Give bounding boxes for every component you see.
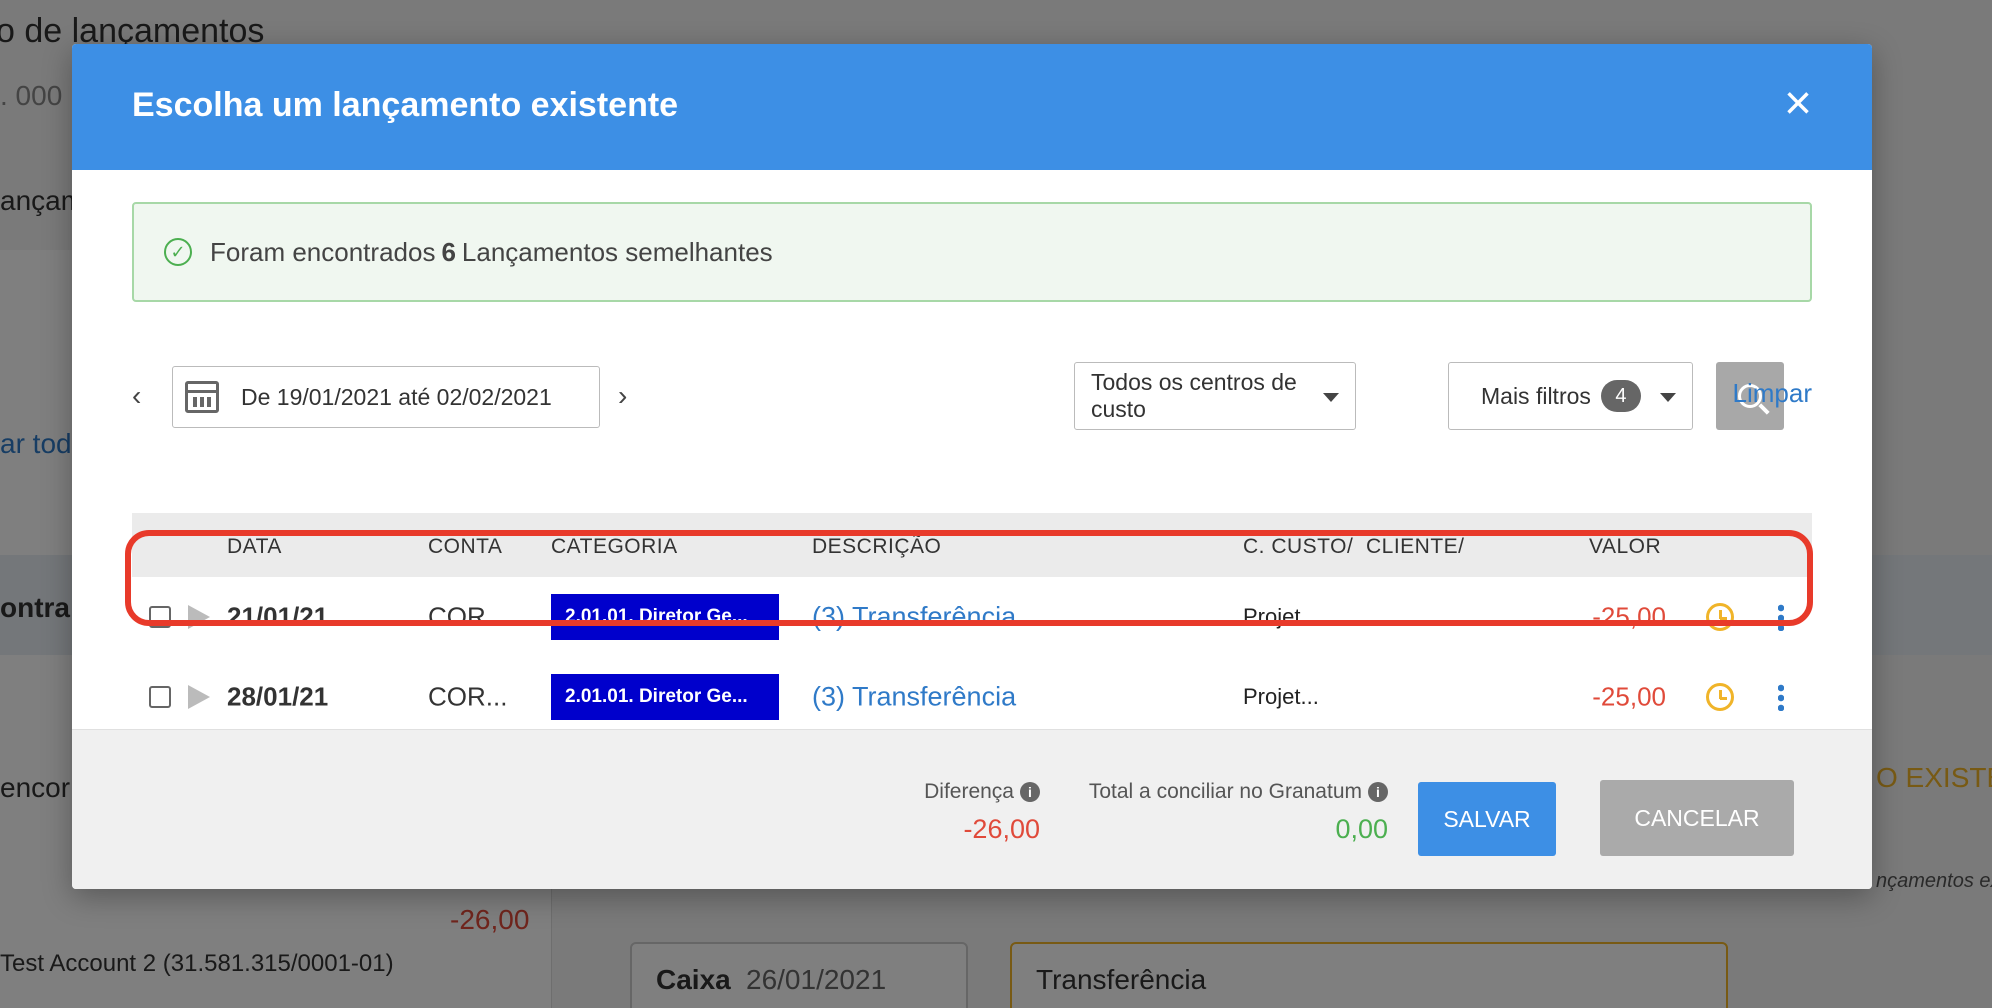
clock-icon[interactable] [1706,682,1734,711]
row-checkbox[interactable] [149,685,171,708]
row-value: -25,00 [1592,601,1666,632]
alert-suffix: Lançamentos semelhantes [461,236,773,267]
row-description-link[interactable]: (3) Transferência [812,602,1016,633]
success-alert: ✓ Foram encontrados 6 Lançamentos semelh… [132,202,1812,302]
calendar-icon [185,381,219,413]
col-cost-center[interactable]: C. CUSTO/ [1243,535,1353,559]
alert-prefix: Foram encontrados [210,236,436,267]
difference-label: Diferença [924,780,1014,803]
cost-center-select[interactable]: Todos os centros de custo [1074,362,1356,430]
row-account: COR... [428,601,508,632]
save-button[interactable]: SALVAR [1418,782,1556,856]
total-label: Total a conciliar no Granatum [1088,780,1362,803]
col-value[interactable]: VALOR [1589,535,1661,559]
check-circle-icon: ✓ [164,238,192,266]
col-account[interactable]: CONTA [428,535,502,559]
more-options-icon[interactable] [1778,682,1784,711]
prev-period-icon[interactable]: ‹ [132,380,141,412]
difference-summary: Diferença i -26,00 [924,780,1040,845]
more-filters-count-badge: 4 [1600,380,1641,412]
date-range-picker[interactable]: De 19/01/2021 até 02/02/2021 [172,366,600,428]
row-value: -25,00 [1592,681,1666,711]
difference-value: -26,00 [963,814,1040,844]
table-row[interactable]: 28/01/21 COR... 2.01.01. Diretor Ge... (… [132,657,1812,737]
table-header: DATA CONTA CATEGORIA DESCRIÇÃO C. CUSTO/… [132,513,1812,577]
expand-icon[interactable] [188,684,210,709]
cancel-button[interactable]: CANCELAR [1600,780,1794,856]
row-checkbox[interactable] [149,606,171,628]
more-options-icon[interactable] [1778,603,1784,631]
chevron-down-icon [1660,393,1676,402]
modal-header: Escolha um lançamento existente × [72,44,1872,170]
info-icon[interactable]: i [1368,782,1388,802]
row-cost-center: Projet... [1243,604,1319,629]
expand-icon[interactable] [188,605,210,629]
row-account: COR... [428,681,508,711]
row-date: 28/01/21 [227,681,329,711]
modal-title: Escolha um lançamento existente [132,86,679,124]
total-summary: Total a conciliar no Granatum i 0,00 [1089,780,1388,845]
clear-filters-link[interactable]: Limpar [1733,378,1812,409]
total-value: 0,00 [1335,814,1388,844]
col-date[interactable]: DATA [227,535,282,559]
more-filters-select[interactable]: Mais filtros 4 [1448,362,1693,430]
row-date: 21/01/21 [227,601,329,632]
col-description[interactable]: DESCRIÇÃO [812,535,941,559]
close-icon[interactable]: × [1776,80,1820,128]
cost-center-value: Todos os centros de custo [1091,369,1297,422]
info-icon[interactable]: i [1020,782,1040,802]
row-description-link[interactable]: (3) Transferência [812,681,1016,712]
col-client[interactable]: CLIENTE/ [1366,535,1472,559]
table-row[interactable]: 21/01/21 COR... 2.01.01. Diretor Ge... (… [132,577,1812,657]
chevron-down-icon [1323,393,1339,402]
filters-bar: ‹ De 19/01/2021 até 02/02/2021 › Todos o… [132,362,1812,432]
alert-count: 6 [441,236,456,267]
row-category-tag: 2.01.01. Diretor Ge... [551,594,779,640]
next-period-icon[interactable]: › [618,380,627,412]
row-cost-center: Projet... [1243,683,1319,709]
clock-icon[interactable] [1706,603,1734,631]
col-category[interactable]: CATEGORIA [551,535,678,559]
choose-entry-modal: Escolha um lançamento existente × ✓ Fora… [72,44,1872,889]
date-range-text: De 19/01/2021 até 02/02/2021 [241,383,552,410]
entries-table: DATA CONTA CATEGORIA DESCRIÇÃO C. CUSTO/… [132,513,1812,737]
more-filters-label: Mais filtros [1481,382,1591,409]
row-category-tag: 2.01.01. Diretor Ge... [551,673,779,720]
modal-footer: Diferença i -26,00 Total a conciliar no G… [72,729,1872,889]
